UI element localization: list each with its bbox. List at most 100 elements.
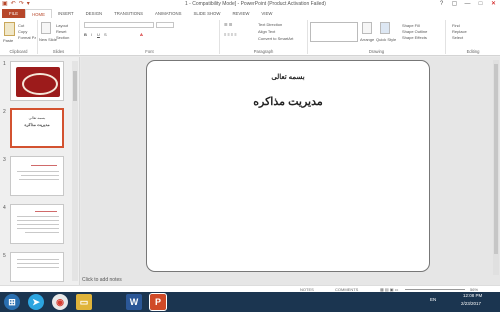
tab-file[interactable]: FILE xyxy=(2,9,26,18)
language-indicator[interactable]: EN xyxy=(430,297,436,302)
tab-transitions[interactable]: TRANSITIONS xyxy=(108,9,149,18)
cut-button[interactable]: Cut xyxy=(18,23,24,28)
tab-animations[interactable]: ANIMATIONS xyxy=(149,9,187,18)
undo-icon[interactable]: ↶ xyxy=(11,1,16,8)
chrome-icon[interactable]: ◉ xyxy=(52,294,68,310)
select-button[interactable]: Select xyxy=(452,35,463,40)
tab-design[interactable]: DESIGN xyxy=(80,9,108,18)
slide-thumbnail-4[interactable] xyxy=(10,204,64,244)
thumb-number: 1 xyxy=(3,61,6,67)
format-painter-button[interactable]: Format Painter xyxy=(18,35,36,40)
clock-date[interactable]: 2/23/2017 xyxy=(461,301,481,306)
slide-scrollbar[interactable] xyxy=(493,60,499,275)
clock-time[interactable]: 12:08 PM xyxy=(463,293,482,298)
ribbon-tabs: FILE HOME INSERT DESIGN TRANSITIONS ANIM… xyxy=(0,8,500,19)
redo-icon[interactable]: ↷ xyxy=(19,1,24,8)
start-button[interactable]: ⊞ xyxy=(4,294,20,310)
ribbon: Paste Cut Copy Format Painter Clipboard … xyxy=(0,18,500,56)
help-button[interactable]: ? xyxy=(435,0,448,9)
editing-label: Editing xyxy=(466,49,480,54)
slide-thumbnails-pane: 1 2 بسمه تعالی مدیریت مذاکره 3 4 5 xyxy=(0,57,80,285)
shape-effects-button[interactable]: Shape Effects xyxy=(402,35,427,40)
find-button[interactable]: Find xyxy=(452,23,460,28)
italic-button[interactable]: I xyxy=(91,32,92,37)
reset-button[interactable]: Reset xyxy=(56,29,66,34)
new-slide-button[interactable]: New Slide xyxy=(39,37,57,42)
customize-icon[interactable]: ▾ xyxy=(27,1,30,8)
thumb-number: 4 xyxy=(3,205,6,211)
tab-slide-show[interactable]: SLIDE SHOW xyxy=(187,9,226,18)
ribbon-display-button[interactable]: ▢ xyxy=(448,0,461,9)
editing-group: Find Replace Select Editing xyxy=(446,20,500,54)
arrange-button[interactable]: Arrange xyxy=(360,37,374,42)
word-icon[interactable]: W xyxy=(126,294,142,310)
section-button[interactable]: Section xyxy=(56,35,69,40)
explorer-icon[interactable]: ▭ xyxy=(76,294,92,310)
underline-button[interactable]: U xyxy=(97,32,100,37)
shadow-button[interactable]: S xyxy=(104,32,107,37)
window-title: 1 - Compatibility Mode] - PowerPoint (Pr… xyxy=(185,1,326,7)
shape-outline-button[interactable]: Shape Outline xyxy=(402,29,427,34)
thumb-number: 3 xyxy=(3,157,6,163)
thumbnails-scrollbar[interactable] xyxy=(72,61,78,281)
slide-title[interactable]: بسمه تعالی xyxy=(147,73,429,81)
taskbar: ⊞ ➤ ◉ ▭ W P EN 12:08 PM 2/23/2017 xyxy=(0,292,500,312)
font-name-field[interactable] xyxy=(84,22,154,28)
powerpoint-icon[interactable]: P xyxy=(149,293,167,311)
arrange-icon[interactable] xyxy=(362,22,372,34)
zoom-slider[interactable] xyxy=(405,289,465,290)
font-size-field[interactable] xyxy=(156,22,174,28)
tab-insert[interactable]: INSERT xyxy=(52,9,80,18)
paste-icon[interactable] xyxy=(4,22,15,36)
thumb-title: بسمه تعالی xyxy=(28,116,46,120)
slide-thumbnail-3[interactable] xyxy=(10,156,64,196)
tab-review[interactable]: REVIEW xyxy=(226,9,255,18)
bullets-icon[interactable]: ☰ ☰ xyxy=(224,22,232,27)
thumb-number: 2 xyxy=(3,109,6,115)
paragraph-label: Paragraph xyxy=(253,49,274,54)
paste-button[interactable]: Paste xyxy=(3,38,13,43)
paragraph-group: ☰ ☰ ≡ ≡ ≡ ≡ Text Direction Align Text Co… xyxy=(220,20,308,54)
font-label: Font xyxy=(145,49,154,54)
shapes-gallery[interactable] xyxy=(310,22,358,42)
slide-heading[interactable]: مدیریت مذاکره xyxy=(147,95,429,108)
scroll-thumb[interactable] xyxy=(494,64,498,254)
thumb-number: 5 xyxy=(3,253,6,259)
minimize-button[interactable]: — xyxy=(461,0,474,9)
scroll-thumb[interactable] xyxy=(73,71,77,101)
close-button[interactable]: ✕ xyxy=(487,0,500,9)
thumb-subtitle: مدیریت مذاکره xyxy=(24,122,50,127)
telegram-icon[interactable]: ➤ xyxy=(28,294,44,310)
notes-placeholder[interactable]: Click to add notes xyxy=(82,277,122,283)
quick-styles-button[interactable]: Quick Styles xyxy=(376,37,396,42)
slide-thumbnail-1[interactable] xyxy=(10,61,64,101)
drawing-group: Arrange Quick Styles Shape Fill Shape Ou… xyxy=(308,20,446,54)
save-icon[interactable]: ▣ xyxy=(2,1,8,8)
window-controls: ? ▢ — □ ✕ xyxy=(435,0,500,9)
maximize-button[interactable]: □ xyxy=(474,0,487,9)
replace-button[interactable]: Replace xyxy=(452,29,467,34)
drawing-label: Drawing xyxy=(368,49,385,54)
align-text-button[interactable]: Align Text xyxy=(258,29,275,34)
new-slide-icon[interactable] xyxy=(41,22,51,34)
clipboard-label: Clipboard xyxy=(9,49,28,54)
bold-button[interactable]: B xyxy=(84,32,87,37)
font-group: B I U S A Font xyxy=(80,20,220,54)
alignment-icons[interactable]: ≡ ≡ ≡ ≡ xyxy=(224,32,237,37)
title-bar: ▣ ↶ ↷ ▾ 1 - Compatibility Mode] - PowerP… xyxy=(0,0,500,9)
tab-home[interactable]: HOME xyxy=(25,8,52,19)
tab-view[interactable]: VIEW xyxy=(255,9,278,18)
calligraphy-image xyxy=(16,67,60,97)
status-bar: NOTES COMMENTS ▦ ▤ ▣ ▭ 56% xyxy=(0,285,500,292)
shape-fill-button[interactable]: Shape Fill xyxy=(402,23,420,28)
quick-styles-icon[interactable] xyxy=(380,22,390,34)
font-color-button[interactable]: A xyxy=(140,32,143,37)
text-direction-button[interactable]: Text Direction xyxy=(258,22,282,27)
convert-smartart-button[interactable]: Convert to SmartArt xyxy=(258,36,306,41)
copy-button[interactable]: Copy xyxy=(18,29,27,34)
current-slide[interactable]: بسمه تعالی مدیریت مذاکره xyxy=(146,60,430,272)
layout-button[interactable]: Layout xyxy=(56,23,68,28)
quick-access-toolbar: ▣ ↶ ↷ ▾ xyxy=(2,1,30,8)
slide-thumbnail-5[interactable] xyxy=(10,252,64,282)
slide-thumbnail-2[interactable]: بسمه تعالی مدیریت مذاکره xyxy=(10,108,64,148)
